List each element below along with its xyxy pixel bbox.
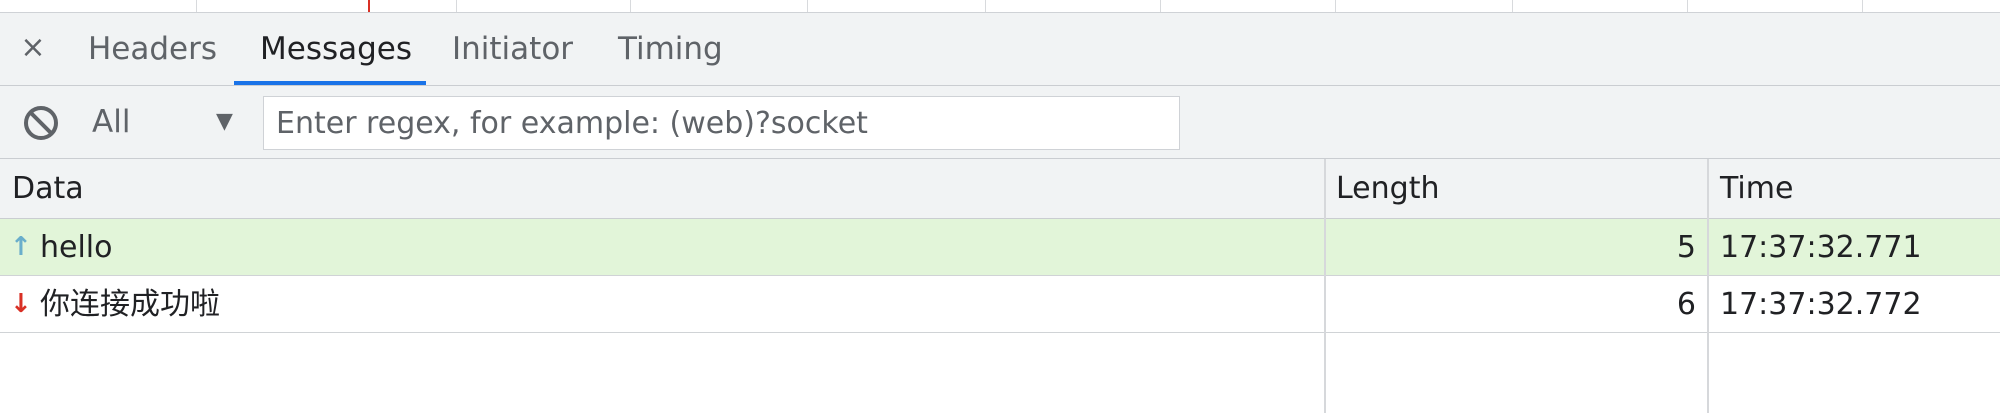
messages-table: Data Length Time ↑ hello 5 17:37:32.771 …: [0, 159, 2000, 413]
column-divider[interactable]: [1324, 159, 1326, 413]
message-type-select[interactable]: All ▼: [92, 98, 242, 146]
timeline-marker: [368, 0, 370, 12]
timeline-tick: [196, 0, 197, 12]
column-header-time[interactable]: Time: [1720, 159, 1793, 219]
message-time: 17:37:32.771: [1720, 230, 1922, 265]
timeline-tick: [456, 0, 457, 12]
chevron-down-icon: ▼: [216, 109, 233, 134]
tab-initiator[interactable]: Initiator: [452, 13, 573, 86]
tab-timing[interactable]: Timing: [618, 13, 723, 86]
tab-headers[interactable]: Headers: [88, 13, 217, 86]
column-header-data[interactable]: Data: [12, 159, 84, 219]
message-data: 你连接成功啦: [40, 287, 220, 322]
timeline-tick: [630, 0, 631, 12]
regex-filter-input[interactable]: [263, 96, 1180, 150]
arrow-down-icon: ↓: [10, 289, 32, 319]
filter-bar: All ▼: [0, 86, 2000, 159]
tab-messages[interactable]: Messages: [260, 13, 412, 86]
column-header-length[interactable]: Length: [1336, 159, 1439, 219]
message-length: 5: [1676, 230, 1696, 265]
block-icon[interactable]: [22, 104, 60, 142]
message-type-selected: All: [92, 104, 131, 140]
close-icon[interactable]: ×: [18, 33, 48, 63]
timeline-tick: [1687, 0, 1688, 12]
timeline-strip: [0, 0, 2000, 13]
timeline-tick: [1335, 0, 1336, 12]
timeline-tick: [985, 0, 986, 12]
timeline-tick: [1512, 0, 1513, 12]
tab-bar: × Headers Messages Initiator Timing: [0, 13, 2000, 86]
timeline-tick: [807, 0, 808, 12]
timeline-tick: [1160, 0, 1161, 12]
column-divider[interactable]: [1707, 159, 1709, 413]
table-header: Data Length Time: [0, 159, 2000, 219]
arrow-up-icon: ↑: [10, 232, 32, 262]
message-data: hello: [40, 230, 113, 265]
timeline-tick: [1862, 0, 1863, 12]
message-time: 17:37:32.772: [1720, 287, 1922, 322]
table-row[interactable]: ↑ hello 5 17:37:32.771: [0, 219, 2000, 276]
table-row[interactable]: ↓ 你连接成功啦 6 17:37:32.772: [0, 276, 2000, 333]
active-tab-indicator: [234, 81, 426, 85]
message-length: 6: [1676, 287, 1696, 322]
